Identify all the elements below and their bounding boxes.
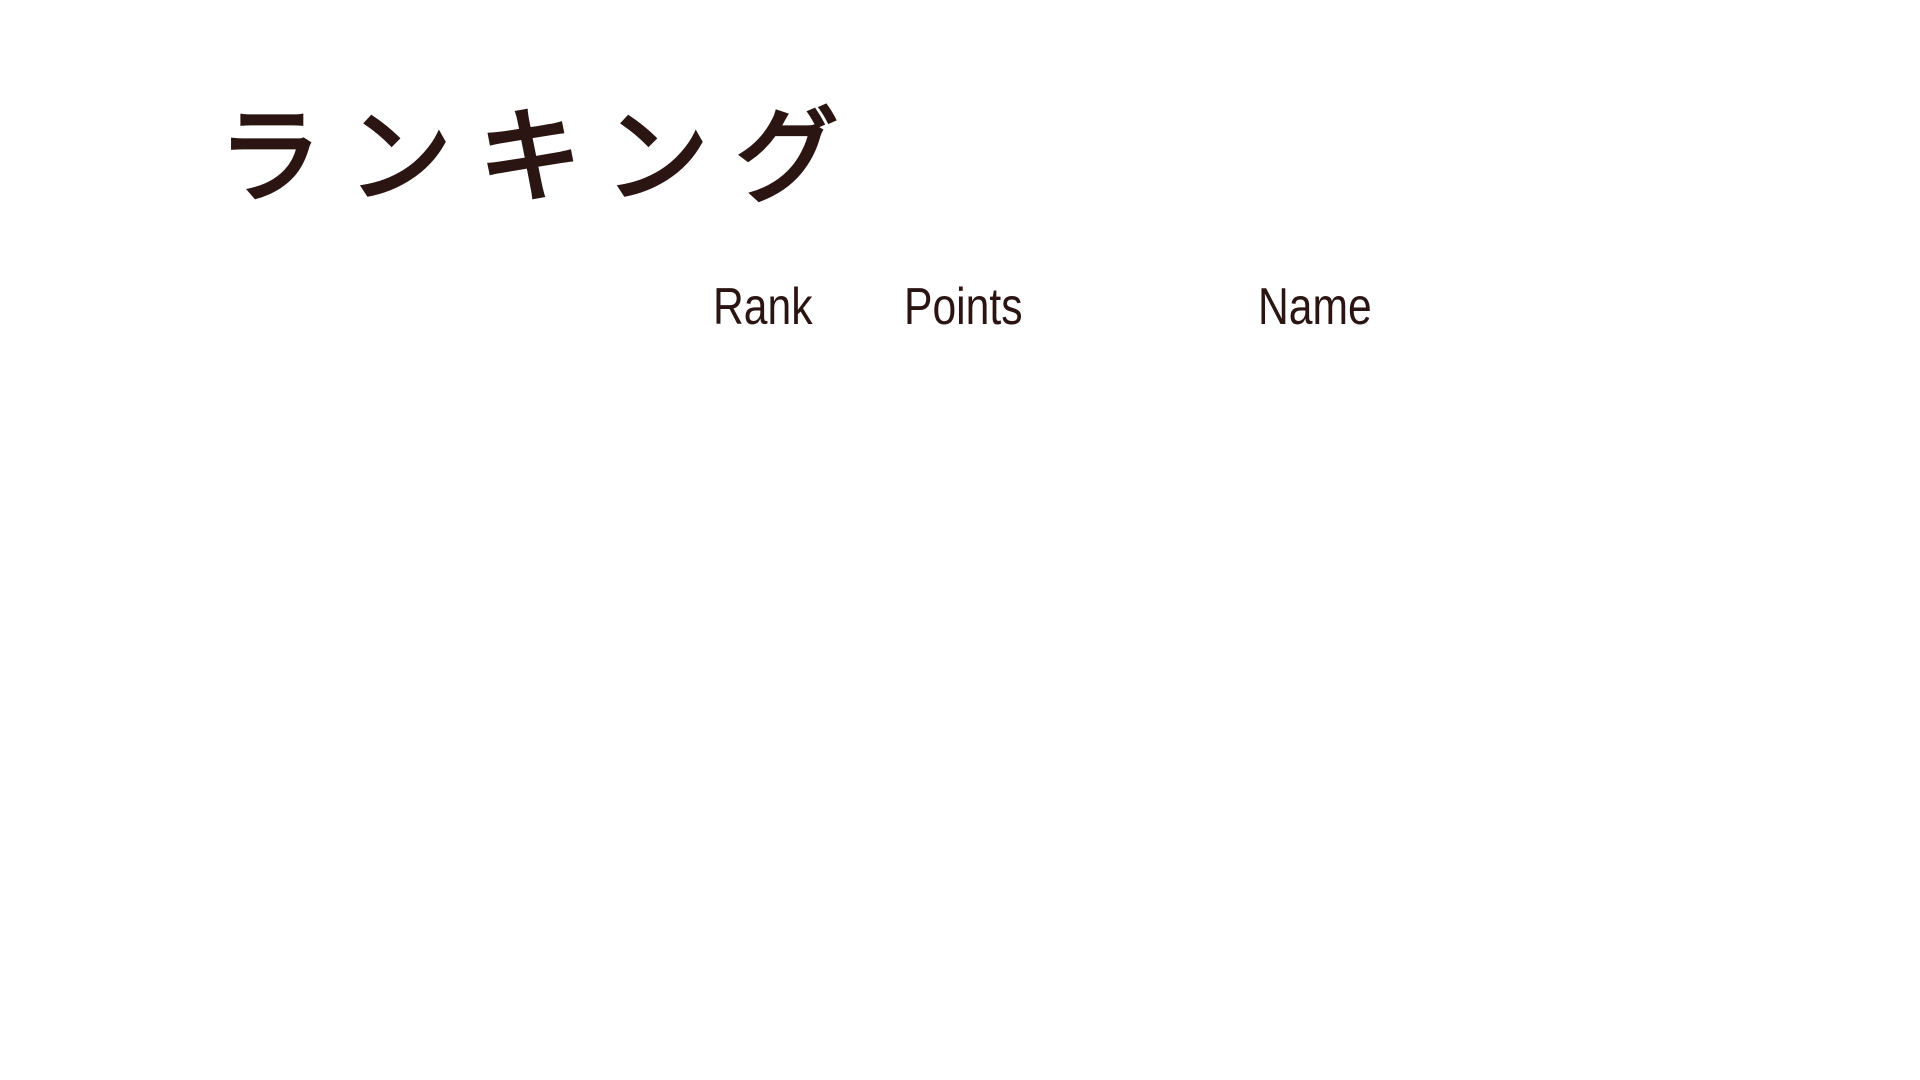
ranking-table-header: Rank Points Name <box>0 272 1920 342</box>
ranking-screen: ランキング Rank Points Name <box>0 0 1920 1080</box>
ranking-rows <box>700 360 1400 1020</box>
rank-column-header: Rank <box>713 278 813 336</box>
points-column-header: Points <box>904 278 1023 336</box>
page-title: ランキング <box>218 96 865 218</box>
name-column-header: Name <box>1258 278 1372 336</box>
